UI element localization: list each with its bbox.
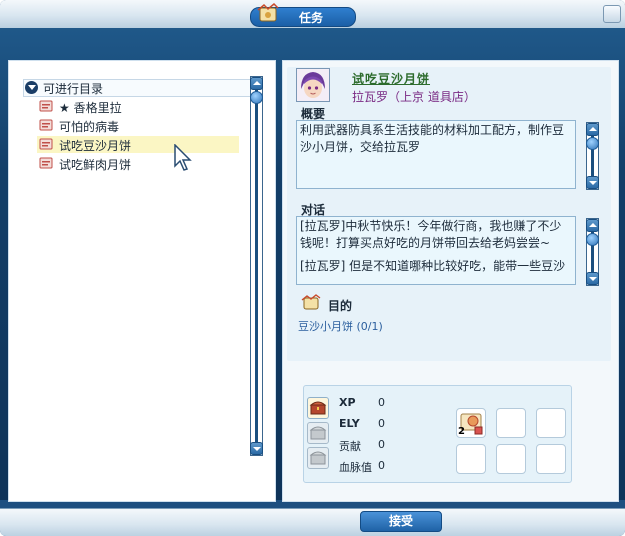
mouse-cursor-icon xyxy=(174,144,192,171)
close-button[interactable] xyxy=(603,5,621,23)
reward-value-ely: 0 xyxy=(378,417,385,430)
reward-value-bloodline: 0 xyxy=(378,459,385,472)
reward-value-xp: 0 xyxy=(378,396,385,409)
tree-item-label: 试吃豆沙月饼 xyxy=(59,139,132,153)
reward-label-contribution: 贡献 xyxy=(339,440,361,453)
quest-list-panel: 可进行目录 ★ 香格里拉 可怕的病毒 试吃豆沙月饼 试吃鲜肉月饼 xyxy=(8,60,276,502)
scroll-down-button[interactable] xyxy=(586,176,599,189)
reward-item-slot[interactable] xyxy=(456,444,486,474)
accept-button[interactable]: 接受 xyxy=(360,511,442,532)
reward-item-slot[interactable]: 2 xyxy=(456,408,486,438)
summary-scrollbar[interactable] xyxy=(586,122,599,190)
quest-scroll-icon xyxy=(39,100,53,112)
scroll-thumb[interactable] xyxy=(586,137,599,150)
dialog-textbox: [拉瓦罗]中秋节快乐！今年做行商，我也赚了不少钱呢！打算买点好吃的月饼带回去给老… xyxy=(296,216,576,285)
tree-item-label: 试吃鲜肉月饼 xyxy=(59,158,132,172)
tree-root[interactable]: 可进行目录 xyxy=(23,79,253,97)
tree-item-label: ★ 香格里拉 xyxy=(59,101,122,115)
tree-item-bean-mooncake[interactable]: 试吃豆沙月饼 xyxy=(37,136,239,153)
tree-root-label: 可进行目录 xyxy=(43,82,104,96)
quest-scroll-icon xyxy=(39,138,53,150)
quest-window: 任务 可进行目录 ★ 香格里拉 可怕的病毒 试吃豆沙月饼 试吃鲜肉月饼 试吃豆沙… xyxy=(0,0,625,536)
goal-title: 目的 xyxy=(328,299,353,313)
scroll-up-button[interactable] xyxy=(586,123,599,136)
dialog-line: [拉瓦罗]中秋节快乐！今年做行商，我也赚了不少钱呢！打算买点好吃的月饼带回去给老… xyxy=(300,219,562,250)
tree-item-meat-mooncake[interactable]: 试吃鲜肉月饼 xyxy=(37,155,239,172)
reward-item-slot[interactable] xyxy=(496,444,526,474)
scroll-down-button[interactable] xyxy=(586,272,599,285)
goal-item: 豆沙小月饼 (0/1) xyxy=(298,320,383,333)
summary-text: 利用武器防具系生活技能的材料加工配方，制作豆沙小月饼，交给拉瓦罗 xyxy=(300,123,565,154)
reward-label-xp: XP xyxy=(339,396,356,409)
collapse-toggle-icon[interactable] xyxy=(25,81,38,94)
tree-item-label: 可怕的病毒 xyxy=(59,120,120,134)
reward-tab-chest[interactable] xyxy=(307,397,329,419)
reward-item-count: 2 xyxy=(458,426,465,437)
scroll-thumb[interactable] xyxy=(586,233,599,246)
dialog-line: [拉瓦罗] 但是不知道哪种比较好吃，能带一些豆沙 xyxy=(300,259,566,273)
npc-portrait-icon xyxy=(297,69,329,101)
dialog-scrollbar[interactable] xyxy=(586,218,599,286)
scroll-up-button[interactable] xyxy=(586,219,599,232)
quest-list-scrollbar[interactable] xyxy=(250,76,263,456)
scroll-down-button[interactable] xyxy=(250,442,263,455)
quest-npc: 拉瓦罗（上京 道具店） xyxy=(352,90,476,104)
quest-scroll-icon xyxy=(39,157,53,169)
summary-textbox: 利用武器防具系生活技能的材料加工配方，制作豆沙小月饼，交给拉瓦罗 xyxy=(296,120,576,189)
detail-inner-box xyxy=(287,67,611,361)
quest-name: 试吃豆沙月饼 xyxy=(352,72,431,86)
goal-scroll-icon xyxy=(301,294,321,310)
reward-value-contribution: 0 xyxy=(378,438,385,451)
reward-tab-2[interactable] xyxy=(307,422,329,444)
bottom-bar xyxy=(0,508,625,536)
reward-item-slot[interactable] xyxy=(496,408,526,438)
chest-disabled-icon xyxy=(309,426,327,440)
tree-item-shangri-la[interactable]: ★ 香格里拉 xyxy=(37,98,239,115)
reward-item-slot[interactable] xyxy=(536,408,566,438)
reward-label-bloodline: 血脉值 xyxy=(339,461,372,474)
scroll-icon xyxy=(257,3,279,22)
reward-item-slot[interactable] xyxy=(536,444,566,474)
npc-avatar xyxy=(296,68,330,102)
chest-disabled-icon xyxy=(309,451,327,465)
reward-tab-3[interactable] xyxy=(307,447,329,469)
scroll-thumb[interactable] xyxy=(250,91,263,104)
window-title: 任务 xyxy=(299,11,324,25)
scroll-up-button[interactable] xyxy=(250,77,263,90)
treasure-chest-icon xyxy=(309,401,327,415)
tree-item-virus[interactable]: 可怕的病毒 xyxy=(37,117,239,134)
reward-label-ely: ELY xyxy=(339,417,360,430)
quest-scroll-icon xyxy=(39,119,53,131)
